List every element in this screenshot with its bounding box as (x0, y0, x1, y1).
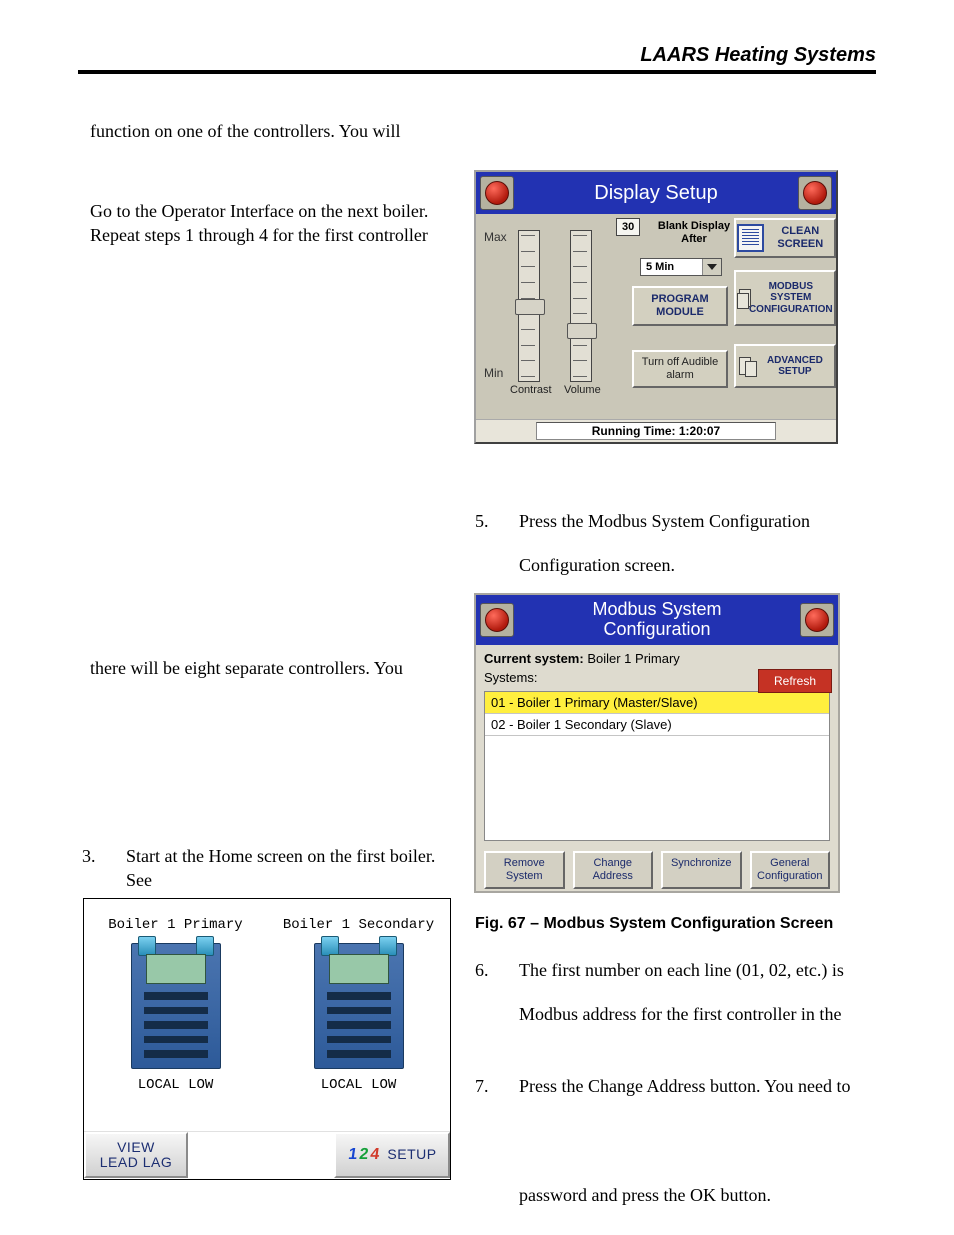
program-module-button[interactable]: PROGRAM MODULE (632, 286, 728, 326)
home-col-2: Boiler 1 Secondary LOCAL LOW (267, 899, 450, 1131)
synchronize-button[interactable]: Synchronize (661, 851, 742, 889)
dropdown-value: 5 Min (641, 259, 702, 275)
boiler1-primary-label: Boiler 1 Primary (84, 917, 267, 933)
label-volume: Volume (564, 384, 601, 396)
list-text-5a: Press the Modbus System Configuration (519, 506, 875, 537)
config-icon (737, 289, 749, 307)
modbus-titlebar: Modbus System Configuration (476, 595, 838, 645)
figure-display-setup: Display Setup Max Min Contrast Volume 30… (474, 170, 838, 444)
right-item-6: 6. The first number on each line (01, 02… (475, 955, 875, 986)
refresh-button[interactable]: Refresh (758, 669, 832, 693)
home-icon[interactable] (480, 176, 514, 210)
current-system-label: Current system: (484, 651, 584, 666)
modbus-config-button[interactable]: MODBUS SYSTEM CONFIGURATION (734, 270, 836, 326)
left-para-2: Go to the Operator Interface on the next… (90, 199, 450, 248)
list-num-5: 5. (475, 506, 495, 537)
turn-off-alarm-button[interactable]: Turn off Audible alarm (632, 350, 728, 388)
back-icon[interactable] (800, 603, 834, 637)
list-text-6a: The first number on each line (01, 02, e… (519, 955, 875, 986)
list-text-7b: password and press the OK button. (475, 1180, 919, 1211)
view-lead-lag-button[interactable]: VIEW LEAD LAG (84, 1132, 188, 1178)
remove-system-button[interactable]: Remove System (484, 851, 565, 889)
modbus-title: Modbus System Configuration (514, 600, 800, 640)
contrast-slider[interactable] (518, 230, 540, 382)
advanced-setup-button[interactable]: ADVANCED SETUP (734, 344, 836, 388)
fig-67-caption: Fig. 67 – Modbus System Configuration Sc… (475, 915, 833, 933)
numeric-value[interactable]: 30 (616, 218, 640, 236)
modbus-title-2: Configuration (514, 620, 800, 640)
setup-label: SETUP (387, 1147, 436, 1162)
current-system-value: Boiler 1 Primary (587, 651, 679, 666)
clean-screen-button[interactable]: CLEAN SCREEN (734, 218, 836, 258)
clean-screen-label: CLEAN SCREEN (768, 225, 833, 250)
left-para-3: there will be eight separate controllers… (90, 656, 450, 680)
label-max: Max (484, 230, 507, 244)
left-para-1: function on one of the controllers. You … (90, 119, 450, 143)
advanced-setup-label: ADVANCED SETUP (757, 355, 833, 378)
right-item-7: 7. Press the Change Address button. You … (475, 1071, 875, 1102)
screen-icon (737, 224, 764, 252)
list-text-7a: Press the Change Address button. You nee… (519, 1071, 875, 1102)
system-row-1[interactable]: 01 - Boiler 1 Primary (Master/Slave) (485, 692, 829, 714)
figure-home-screen: Boiler 1 Primary LOCAL LOW Boiler 1 Seco… (83, 898, 451, 1180)
current-system-line: Current system: Boiler 1 Primary (484, 651, 830, 666)
left-item-3: 3. Start at the Home screen on the first… (82, 844, 454, 893)
home-icon[interactable] (480, 603, 514, 637)
label-blank-after: Blank Display After (654, 220, 734, 246)
setup-button[interactable]: 124 SETUP (334, 1132, 450, 1178)
local-low-1: LOCAL LOW (84, 1077, 267, 1093)
page-header: LAARS Heating Systems (78, 44, 876, 67)
list-num-6: 6. (475, 955, 495, 986)
volume-slider[interactable] (570, 230, 592, 382)
list-num-3: 3. (82, 844, 102, 893)
config-icon (737, 357, 757, 375)
running-time: Running Time: 1:20:07 (536, 422, 776, 440)
system-row-2[interactable]: 02 - Boiler 1 Secondary (Slave) (485, 714, 829, 736)
list-text-3: Start at the Home screen on the first bo… (126, 844, 454, 893)
general-config-button[interactable]: General Configuration (750, 851, 831, 889)
home-bar-gap (188, 1132, 334, 1178)
label-min: Min (484, 366, 503, 380)
home-col-1: Boiler 1 Primary LOCAL LOW (84, 899, 267, 1131)
chevron-down-icon (702, 259, 721, 275)
list-text-5b: Configuration screen. (475, 550, 919, 581)
list-text-6b: Modbus address for the first controller … (475, 999, 919, 1030)
setup-123-icon: 124 (347, 1142, 381, 1168)
boiler-device-icon[interactable] (314, 943, 404, 1069)
list-num-7: 7. (475, 1071, 495, 1102)
systems-list[interactable]: 01 - Boiler 1 Primary (Master/Slave) 02 … (484, 691, 830, 841)
right-item-5: 5. Press the Modbus System Configuration (475, 506, 875, 537)
modbus-title-1: Modbus System (514, 600, 800, 620)
figure-modbus-config: Modbus System Configuration Current syst… (474, 593, 840, 893)
display-title: Display Setup (514, 182, 798, 205)
blank-after-dropdown[interactable]: 5 Min (640, 258, 722, 276)
display-titlebar: Display Setup (476, 172, 836, 214)
local-low-2: LOCAL LOW (267, 1077, 450, 1093)
boiler1-secondary-label: Boiler 1 Secondary (267, 917, 450, 933)
label-contrast: Contrast (510, 384, 552, 396)
back-icon[interactable] (798, 176, 832, 210)
modbus-config-label: MODBUS SYSTEM CONFIGURATION (749, 281, 833, 316)
change-address-button[interactable]: Change Address (573, 851, 654, 889)
header-rule (78, 70, 876, 74)
boiler-device-icon[interactable] (131, 943, 221, 1069)
